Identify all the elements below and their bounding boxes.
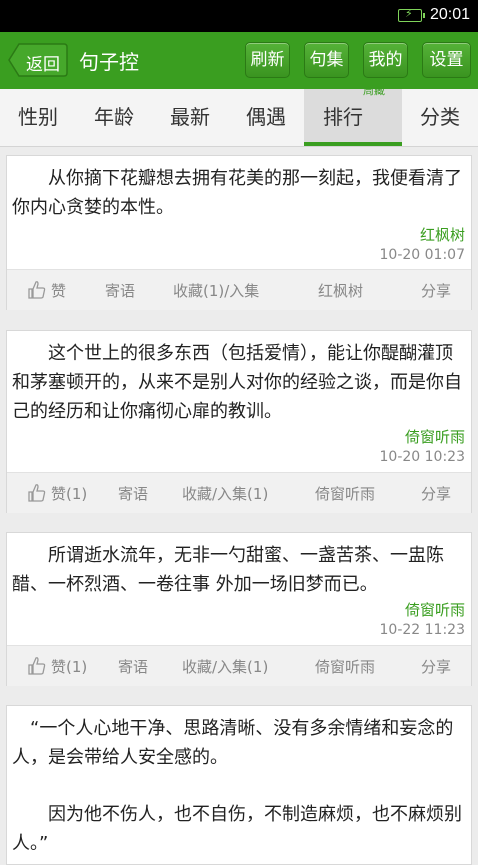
- category-tabs: 性别 年龄 最新 偶遇 排行 周藏 分类: [0, 84, 478, 147]
- post-actions: 赞 寄语 收藏(1)/入集 红枫树 分享: [7, 269, 471, 310]
- tab-ranking-badge: 周藏: [363, 84, 385, 97]
- post-time: 10-22 11:23: [379, 622, 465, 638]
- post-author[interactable]: 倚窗听雨: [405, 426, 465, 447]
- tab-ranking[interactable]: 排行 周藏: [304, 84, 402, 146]
- post-text: 这个世上的很多东西（包括爱情），能让你醍醐灌顶和茅塞顿开的，从来不是别人对你的经…: [12, 343, 462, 422]
- thumbs-up-icon: [28, 657, 46, 675]
- app-header: 返回 句子控 刷新 句集 我的 设置: [0, 32, 478, 89]
- like-button[interactable]: 赞: [51, 280, 66, 301]
- collect-button[interactable]: 收藏/入集(1): [182, 656, 268, 677]
- mine-button[interactable]: 我的: [363, 42, 408, 78]
- battery-icon: ⚡: [398, 7, 425, 22]
- back-button[interactable]: 返回: [8, 43, 68, 77]
- reply-button[interactable]: 寄语: [118, 656, 148, 677]
- thumbs-up-icon: [28, 281, 46, 299]
- collect-button[interactable]: 收藏/入集(1): [182, 483, 268, 504]
- share-button[interactable]: 分享: [421, 656, 451, 677]
- collect-button[interactable]: 收藏(1)/入集: [173, 280, 259, 301]
- share-button[interactable]: 分享: [421, 483, 451, 504]
- settings-button[interactable]: 设置: [422, 42, 471, 78]
- post-card[interactable]: 这个世上的很多东西（包括爱情），能让你醍醐灌顶和茅塞顿开的，从来不是别人对你的经…: [6, 330, 472, 513]
- post-card[interactable]: 从你摘下花瓣想去拥有花美的那一刻起，我便看清了你内心贪婪的本性。 红枫树 10-…: [6, 155, 472, 310]
- back-label: 返回: [26, 55, 60, 75]
- post-author[interactable]: 倚窗听雨: [405, 599, 465, 620]
- tab-age[interactable]: 年龄: [76, 89, 152, 146]
- post-time: 10-20 10:23: [379, 449, 465, 465]
- post-actions: 赞(1) 寄语 收藏/入集(1) 倚窗听雨 分享: [7, 645, 471, 686]
- post-time: 10-20 01:07: [379, 247, 465, 263]
- tab-category[interactable]: 分类: [402, 89, 478, 146]
- post-actions: 赞(1) 寄语 收藏/入集(1) 倚窗听雨 分享: [7, 472, 471, 513]
- post-card[interactable]: “一个人心地干净、思路清晰、没有多余情绪和妄念的人，是会带给人安全感的。 因为他…: [6, 705, 472, 865]
- status-time: 20:01: [430, 6, 471, 23]
- refresh-button[interactable]: 刷新: [245, 42, 290, 78]
- like-button[interactable]: 赞(1): [51, 483, 87, 504]
- user-link[interactable]: 倚窗听雨: [315, 483, 375, 504]
- status-bar: ⚡ 20:01: [0, 0, 478, 32]
- post-text: 所谓逝水流年，无非一勺甜蜜、一盏苦茶、一盅陈醋、一杯烈酒、一卷往事 外加一场旧梦…: [12, 545, 444, 595]
- share-button[interactable]: 分享: [421, 280, 451, 301]
- like-button[interactable]: 赞(1): [51, 656, 87, 677]
- app-title: 句子控: [79, 50, 139, 74]
- post-text: “一个人心地干净、思路清晰、没有多余情绪和妄念的人，是会带给人安全感的。: [12, 718, 454, 768]
- tab-ranking-label: 排行: [323, 105, 363, 129]
- post-text: 从你摘下花瓣想去拥有花美的那一刻起，我便看清了你内心贪婪的本性。: [12, 168, 462, 218]
- reply-button[interactable]: 寄语: [105, 280, 135, 301]
- post-card[interactable]: 所谓逝水流年，无非一勺甜蜜、一盏苦茶、一盅陈醋、一杯烈酒、一卷往事 外加一场旧梦…: [6, 532, 472, 686]
- user-link[interactable]: 倚窗听雨: [315, 656, 375, 677]
- reply-button[interactable]: 寄语: [118, 483, 148, 504]
- user-link[interactable]: 红枫树: [318, 280, 363, 301]
- collections-button[interactable]: 句集: [304, 42, 349, 78]
- post-author[interactable]: 红枫树: [420, 224, 465, 245]
- tab-gender[interactable]: 性别: [0, 89, 76, 146]
- thumbs-up-icon: [28, 484, 46, 502]
- post-text-continued: 因为他不伤人，也不自伤，不制造麻烦，也不麻烦别人。”: [12, 804, 462, 854]
- tab-latest[interactable]: 最新: [152, 89, 228, 146]
- tab-encounter[interactable]: 偶遇: [228, 89, 304, 146]
